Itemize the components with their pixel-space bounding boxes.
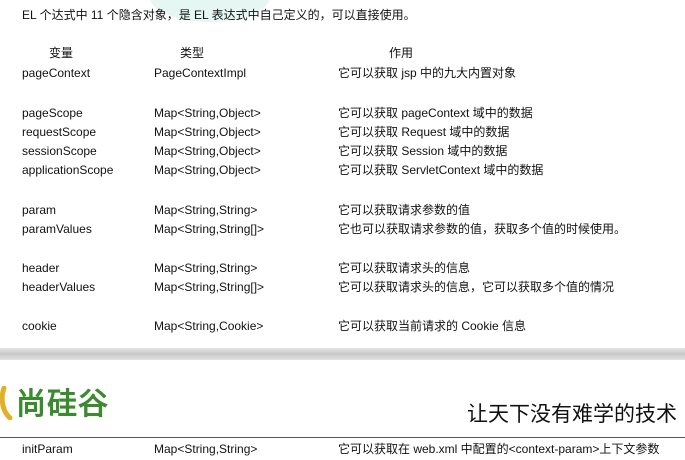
variable-description: 它可以获取 Request 域中的数据 [338, 125, 510, 139]
variable-name: param [22, 203, 57, 217]
column-header-type: 类型 [180, 46, 205, 60]
variable-description: 它可以获取在 web.xml 中配置的<context-param>上下文参数 [338, 442, 660, 456]
variable-description: 它可以获取 ServletContext 域中的数据 [338, 163, 544, 177]
variable-description: 它可以获取请求头的信息 [338, 261, 471, 275]
variable-name: header [22, 261, 60, 275]
variable-type: Map<String,String[]> [154, 222, 265, 236]
variable-description: 它可以获取 pageContext 域中的数据 [338, 106, 533, 120]
variable-description: 它也可以获取请求参数的值，获取多个值的时候使用。 [338, 222, 627, 236]
variable-type: Map<String,String> [154, 203, 258, 217]
variable-type: Map<String,String[]> [154, 280, 265, 294]
variable-type: Map<String,Object> [154, 106, 261, 120]
variable-type: PageContextImpl [154, 66, 247, 80]
variable-description: 它可以获取请求参数的值 [338, 203, 471, 217]
page-separator [0, 348, 685, 360]
variable-type: Map<String,String> [154, 261, 258, 275]
table-row: param Map<String,String> 它可以获取请求参数的值 [0, 201, 685, 219]
logo-text: 尚硅谷 [16, 387, 109, 422]
footer-slogan: 让天下没有难学的技术 [467, 402, 677, 426]
variable-name: cookie [22, 319, 57, 333]
table-row: initParam Map<String,String> 它可以获取在 web.… [0, 440, 685, 458]
variable-type: Map<String,Object> [154, 163, 261, 177]
table-row: paramValues Map<String,String[]> 它也可以获取请… [0, 220, 685, 238]
column-header-purpose: 作用 [389, 46, 414, 60]
document-page: EL 个达式中 11 个隐含对象，是 EL 表达式中自己定义的，可以直接使用。 … [0, 0, 685, 352]
table-row: pageScope Map<String,Object> 它可以获取 pageC… [0, 104, 685, 122]
variable-name: requestScope [22, 125, 97, 139]
variable-description: 它可以获取 Session 域中的数据 [338, 144, 508, 158]
variable-name: sessionScope [22, 144, 97, 158]
variable-name: pageScope [22, 106, 83, 120]
variable-type: Map<String,String> [154, 442, 258, 456]
table-row: cookie Map<String,Cookie> 它可以获取当前请求的 Coo… [0, 317, 685, 335]
variable-type: Map<String,Object> [154, 144, 261, 158]
table-row: header Map<String,String> 它可以获取请求头的信息 [0, 259, 685, 277]
column-header-variable: 变量 [49, 46, 74, 60]
logo-mark-icon [0, 386, 13, 420]
variable-description: 它可以获取 jsp 中的九大内置对象 [338, 66, 517, 80]
variable-name: paramValues [22, 222, 92, 236]
variable-type: Map<String,Object> [154, 125, 261, 139]
variable-name: initParam [22, 442, 73, 456]
variable-name: headerValues [22, 280, 96, 294]
page-footer: 尚硅谷 让天下没有难学的技术 initParam Map<String,Stri… [0, 360, 685, 460]
table-row: pageContext PageContextImpl 它可以获取 jsp 中的… [0, 64, 685, 82]
table-row: headerValues Map<String,String[]> 它可以获取请… [0, 278, 685, 296]
intro-text: EL 个达式中 11 个隐含对象，是 EL 表达式中自己定义的，可以直接使用。 [22, 8, 416, 22]
footer-divider [0, 437, 685, 438]
variable-description: 它可以获取请求头的信息，它可以获取多个值的情况 [338, 280, 615, 294]
table-row: requestScope Map<String,Object> 它可以获取 Re… [0, 123, 685, 141]
table-row: sessionScope Map<String,Object> 它可以获取 Se… [0, 142, 685, 160]
variable-name: applicationScope [22, 163, 114, 177]
variable-type: Map<String,Cookie> [154, 319, 264, 333]
variable-description: 它可以获取当前请求的 Cookie 信息 [338, 319, 527, 333]
variable-name: pageContext [22, 66, 91, 80]
table-row: applicationScope Map<String,Object> 它可以获… [0, 161, 685, 179]
